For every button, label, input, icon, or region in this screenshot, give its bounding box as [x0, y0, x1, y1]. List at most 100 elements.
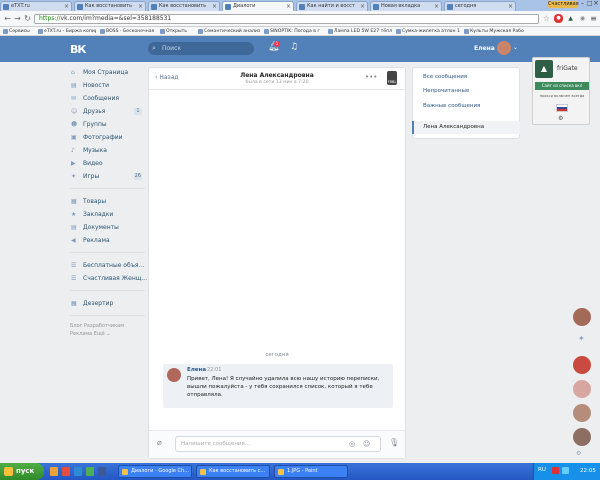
browser-tab[interactable]: eTXT.ru × [0, 1, 72, 11]
sidebar-item-music[interactable]: ♪ Музыка [70, 144, 145, 157]
avatar[interactable] [573, 380, 591, 398]
sidebar-item-games[interactable]: ✦ Игры 26 [70, 170, 145, 183]
start-button[interactable]: пуск [0, 463, 44, 480]
close-icon[interactable]: × [360, 2, 365, 11]
close-icon[interactable]: × [212, 2, 217, 11]
sidebar-item-ads[interactable]: ◀ Реклама [70, 234, 145, 247]
avatar[interactable] [573, 428, 591, 446]
vk-small-logo-icon[interactable]: ✦ [578, 334, 585, 343]
sidebar-item-app[interactable]: ▦ Дезертир [70, 297, 145, 310]
folder-important[interactable]: Важные сообщения [423, 103, 480, 109]
sidebar-item-news[interactable]: ▤ Новости [70, 79, 145, 92]
avatar[interactable] [167, 368, 181, 382]
taskbar-task[interactable]: 1.JPG - Paint [274, 465, 348, 478]
reload-icon[interactable]: ↻ [23, 14, 32, 23]
music-note-icon[interactable]: ♫ [290, 42, 298, 52]
clock: 22:05 [580, 468, 596, 474]
language-indicator[interactable]: RU [538, 467, 546, 473]
chevron-down-icon[interactable]: ⌄ [513, 44, 518, 51]
active-chat-item[interactable]: Лена Александровна [412, 121, 520, 134]
taskbar-task[interactable]: Как восстановить с... [196, 465, 270, 478]
browser-tab[interactable]: Новая вкладка × [370, 1, 442, 11]
sidebar-item-video[interactable]: ▶ Видео [70, 157, 145, 170]
paperclip-icon[interactable]: ⌀ [157, 438, 162, 447]
folder-icon[interactable] [50, 467, 58, 476]
bookmark-item[interactable]: BOSS - Бесконечная ж [100, 28, 156, 35]
frigate-extension-icon[interactable]: ▲ [566, 14, 575, 23]
close-icon[interactable]: × [434, 2, 439, 11]
sidebar-item-bookmarks[interactable]: ★ Закладки [70, 208, 145, 221]
photo-icon: ▣ [71, 134, 77, 141]
browser-profile-chip[interactable]: Счастливая [548, 1, 579, 8]
back-arrow-icon[interactable]: ← [3, 14, 12, 23]
extension-icon[interactable]: ● [554, 14, 563, 23]
avatar[interactable] [497, 41, 511, 55]
sidebar-item-community[interactable]: ☰ Бесплатные объя... [70, 259, 145, 272]
tray-icon[interactable] [552, 467, 559, 474]
sidebar-item-messages[interactable]: ✉ Сообщения [70, 92, 145, 105]
games-icon: ✦ [71, 173, 77, 180]
browser-icon[interactable] [62, 467, 70, 476]
bookmark-item[interactable]: Культы Мужская Рабо [464, 28, 528, 35]
taskbar-task[interactable]: Диалоги - Google Ch... [118, 465, 192, 478]
browser-tab[interactable]: Как восстановить × [148, 1, 220, 11]
bookmark-star-icon[interactable]: ☆ [542, 14, 551, 23]
sidebar-item-goods[interactable]: ▦ Товары [70, 195, 145, 208]
sidebar-item-groups[interactable]: ☻ Группы [70, 118, 145, 131]
avatar[interactable] [573, 356, 591, 374]
tab-favicon-icon [151, 4, 157, 10]
bookmark-item[interactable]: eTXT.ru - Биржа копирайт [38, 28, 96, 35]
footer-links-row[interactable]: Блог Разработчикам [70, 322, 145, 330]
bookmark-item[interactable]: SINOPTIK: Погода в г [264, 28, 324, 35]
browser-tab-active[interactable]: Диалоги × [222, 1, 294, 11]
minimize-icon[interactable]: – [581, 0, 584, 7]
camera-icon[interactable]: ◎ [349, 440, 355, 448]
browser-tab[interactable]: Как найти и восст × [296, 1, 368, 11]
tab-favicon-icon [447, 4, 453, 10]
chrome-icon[interactable] [86, 467, 94, 476]
message-item[interactable]: Елена 22:01 Привет, Лена! Я случайно уда… [163, 364, 393, 408]
url-input[interactable]: https://vk.com/im?media=&sel=358188531 [34, 14, 539, 24]
browser-tab[interactable]: Как восстановить × [74, 1, 146, 11]
more-options-icon[interactable]: ••• [365, 73, 377, 81]
close-icon[interactable]: × [508, 2, 513, 11]
sidebar-item-photos[interactable]: ▣ Фотографии [70, 131, 145, 144]
microphone-icon[interactable]: 🎙︎ [389, 438, 399, 447]
bookmark-item[interactable]: Открыть [160, 28, 194, 35]
close-icon[interactable]: × [286, 2, 291, 11]
close-window-icon[interactable]: × [593, 0, 599, 7]
browser-tab[interactable]: сегодня × [444, 1, 516, 11]
word-icon[interactable] [74, 467, 82, 476]
frigate-banner[interactable]: Сайт из списка вкл [535, 82, 589, 90]
avatar[interactable] [573, 404, 591, 422]
vk-logo[interactable]: ВК [70, 43, 86, 56]
sidebar-item-my-page[interactable]: ⌂ Моя Страница [70, 66, 145, 79]
forward-arrow-icon[interactable]: → [13, 14, 22, 23]
user-name[interactable]: Елена [474, 45, 495, 52]
footer-links-row[interactable]: Реклама Ещё ⌄ [70, 330, 145, 338]
folder-all-messages[interactable]: Все сообщения [423, 74, 467, 80]
sidebar-item-documents[interactable]: ▤ Документы [70, 221, 145, 234]
bookmark-item[interactable]: Сумка-жилетка атлон 1 [396, 28, 460, 35]
close-icon[interactable]: × [64, 2, 69, 11]
settings-icon[interactable]: ⚙ [558, 115, 563, 122]
extension-icon[interactable]: ◉ [578, 14, 587, 23]
close-icon[interactable]: × [138, 2, 143, 11]
tray-icon[interactable] [562, 467, 569, 474]
avatar[interactable] [573, 308, 591, 326]
vk-icon[interactable] [98, 467, 106, 476]
folder-unread[interactable]: Непрочитанные [423, 88, 469, 94]
menu-icon[interactable]: ≡ [589, 14, 598, 23]
settings-icon[interactable]: ⚙ [576, 450, 581, 457]
bookmark-item[interactable]: Семантический анализ [198, 28, 260, 35]
message-author[interactable]: Елена [187, 367, 206, 373]
emoji-icon[interactable]: ☺ [363, 440, 370, 448]
sidebar-item-friends[interactable]: ☺ Друзья 1 [70, 105, 145, 118]
peer-avatar[interactable]: FRBL [387, 71, 397, 85]
search-input[interactable]: ⌕ Поиск [148, 42, 254, 55]
bookmark-item[interactable]: Лампа LED 5W E27 тёпл [328, 28, 392, 35]
tab-favicon-icon [299, 4, 305, 10]
maximize-icon[interactable]: □ [587, 0, 593, 7]
sidebar-item-community[interactable]: ☰ Счастливая Женщ... [70, 272, 147, 285]
bookmark-item[interactable]: Сервисы [3, 28, 35, 35]
